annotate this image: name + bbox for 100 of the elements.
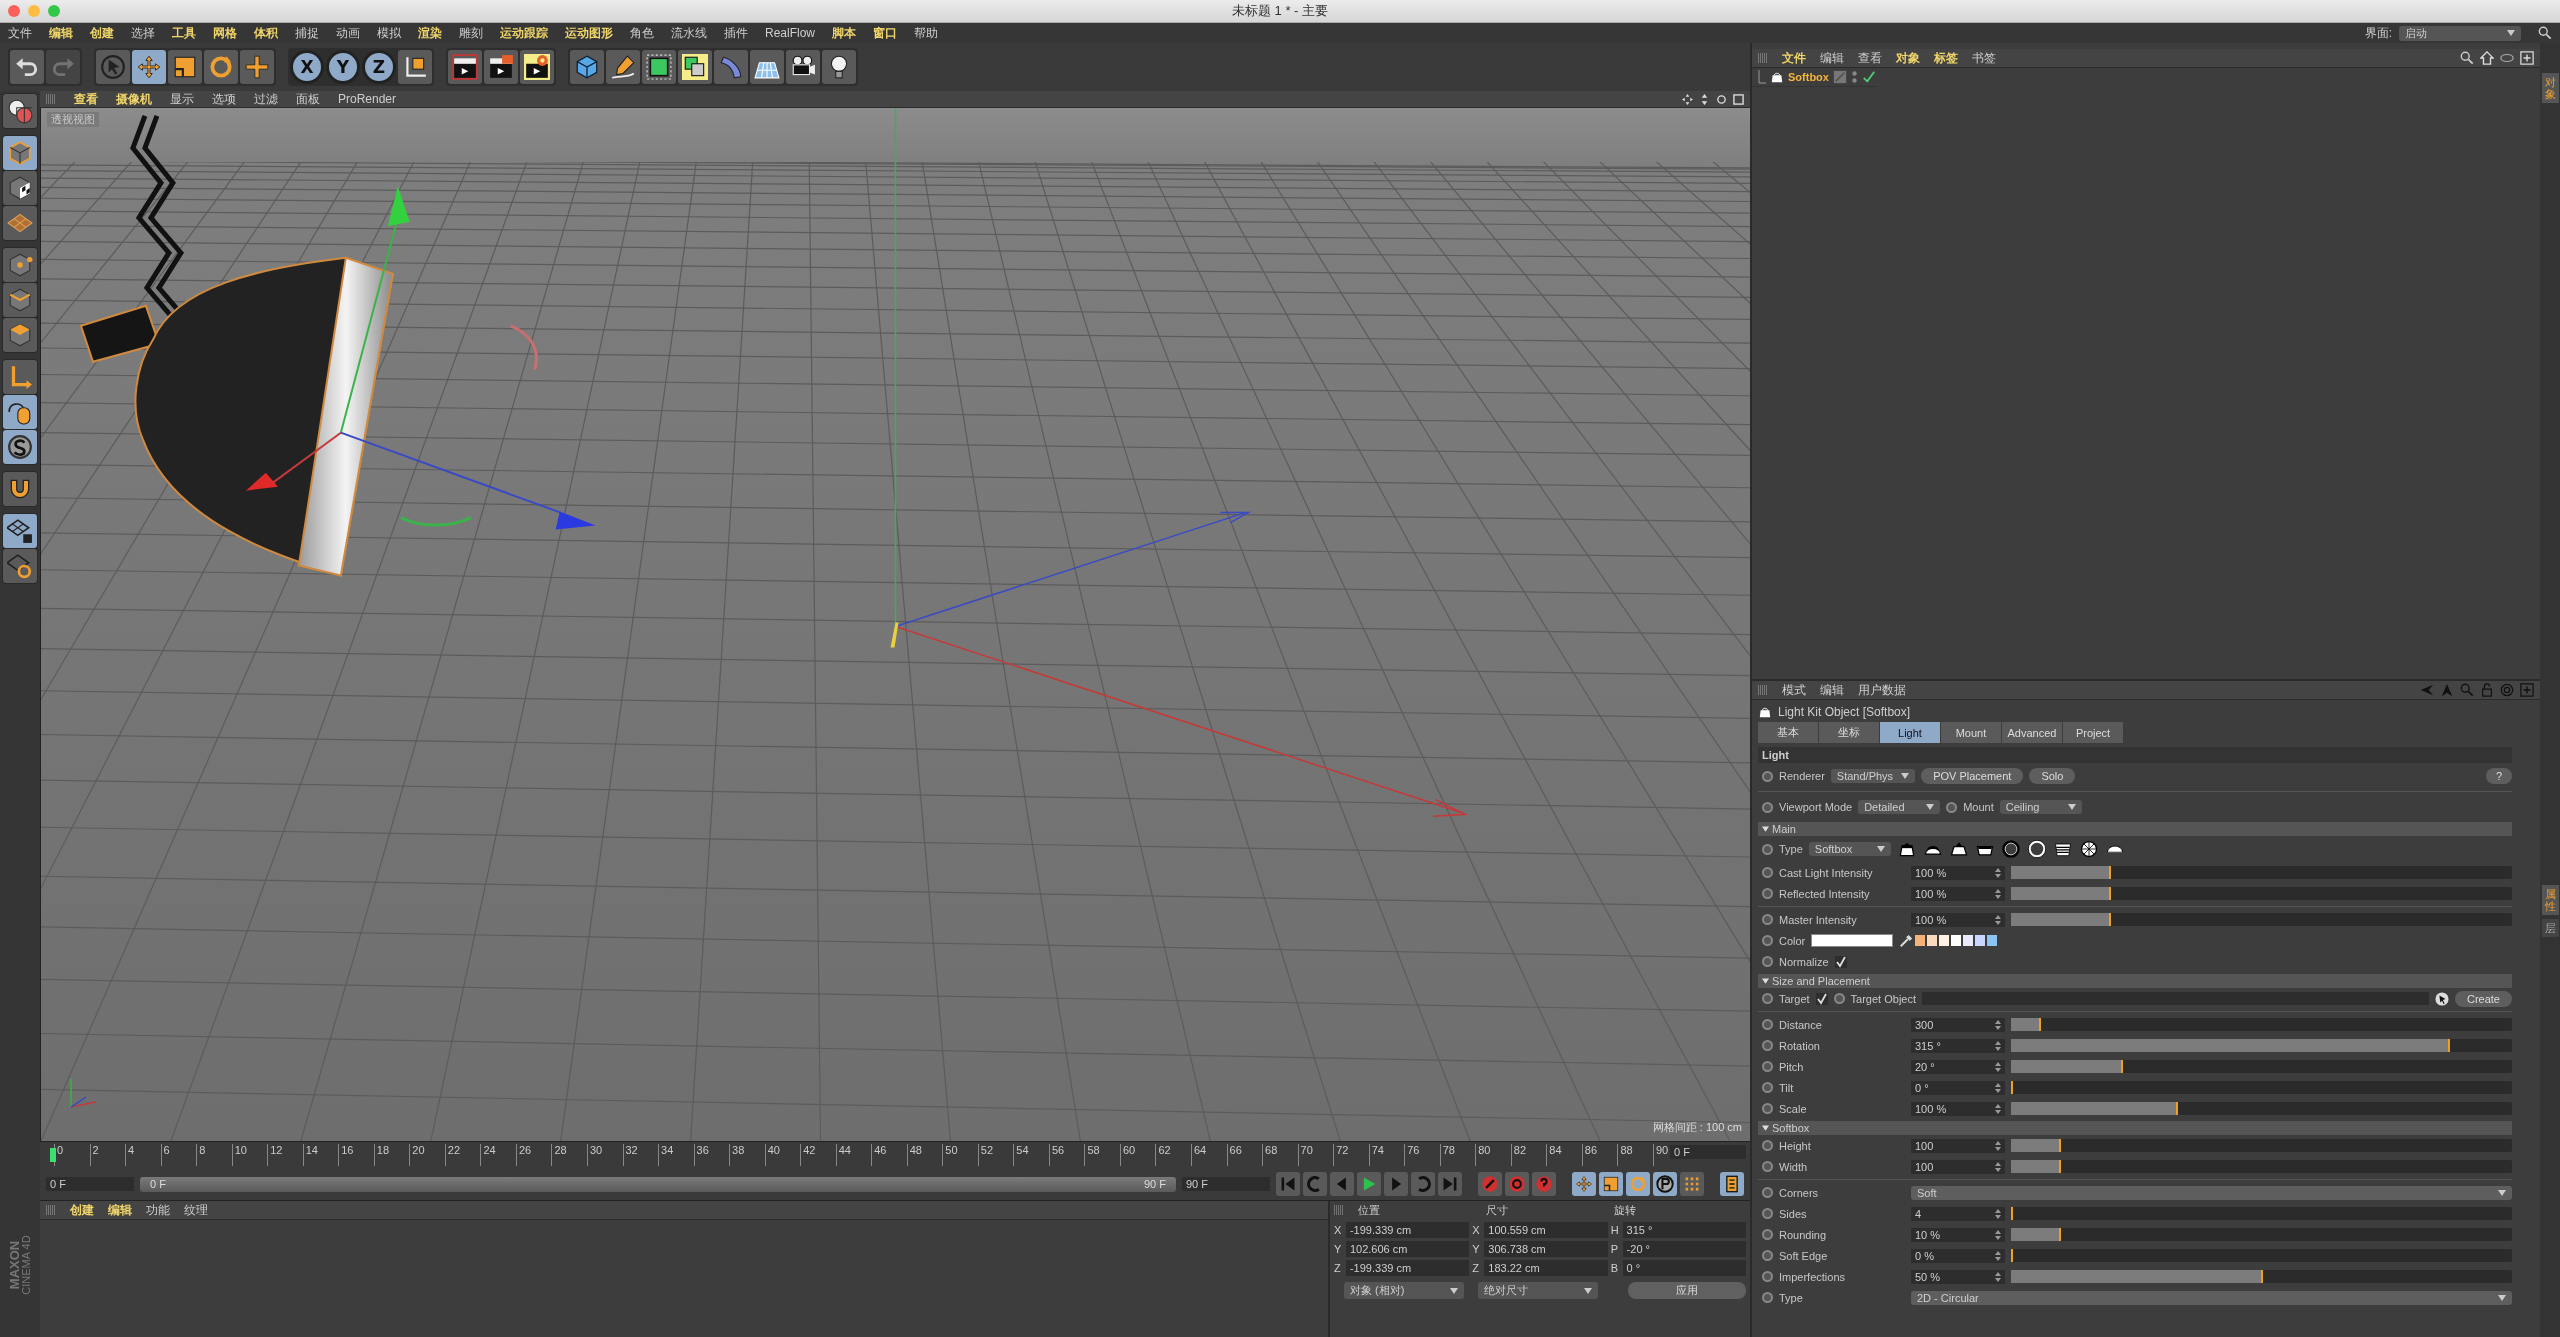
keyframe-button[interactable]: [1762, 1292, 1773, 1303]
points-mode-button[interactable]: [3, 248, 37, 282]
point-level-button[interactable]: [1680, 1172, 1704, 1196]
size-field[interactable]: 183.22 cm: [1484, 1260, 1608, 1276]
magnet-button[interactable]: [3, 472, 37, 506]
cube-object-button[interactable]: [570, 50, 604, 84]
record-keys-button[interactable]: [1478, 1172, 1502, 1196]
keyframe-button[interactable]: [1762, 1019, 1773, 1030]
material-menu-item[interactable]: 功能: [146, 1201, 170, 1219]
cloner-button[interactable]: [678, 50, 712, 84]
ring-light-icon[interactable]: [2026, 839, 2047, 859]
previous-frame-button[interactable]: [1330, 1172, 1354, 1196]
value-field[interactable]: 100: [1911, 1138, 2005, 1153]
spinner-icon[interactable]: [1995, 1061, 2001, 1072]
pick-cursor-icon[interactable]: [2434, 991, 2449, 1006]
menu-item[interactable]: 渲染: [418, 24, 442, 42]
menu-item[interactable]: 脚本: [832, 24, 856, 42]
attribute-tab[interactable]: Advanced: [2002, 722, 2062, 743]
axis-lock-button[interactable]: X: [290, 50, 324, 84]
create-button[interactable]: Create: [2454, 990, 2512, 1007]
spinner-icon[interactable]: [1995, 1040, 2001, 1051]
snap-button[interactable]: [3, 430, 37, 464]
close-window-button[interactable]: [8, 5, 20, 17]
help-button[interactable]: ?: [2485, 768, 2512, 784]
keyframe-button[interactable]: [1762, 956, 1773, 967]
value-field[interactable]: 100 %: [1911, 912, 2005, 927]
value-field[interactable]: 100 %: [1911, 865, 2005, 880]
attribute-menu-item[interactable]: 模式: [1782, 681, 1806, 699]
side-tab[interactable]: 层: [2541, 918, 2559, 937]
viewport-menu-item[interactable]: 面板: [296, 90, 320, 108]
keyframe-button[interactable]: [1833, 993, 1845, 1004]
value-field[interactable]: 100 %: [1911, 1101, 2005, 1116]
camera-button[interactable]: [786, 50, 820, 84]
size-field[interactable]: 100.559 cm: [1484, 1222, 1608, 1238]
next-key-button[interactable]: [1411, 1172, 1435, 1196]
lock-icon[interactable]: [2480, 683, 2494, 697]
coordinate-mode-dropdown[interactable]: 对象 (相对): [1344, 1282, 1464, 1299]
menu-item[interactable]: 运动图形: [565, 24, 613, 42]
position-field[interactable]: 102.606 cm: [1345, 1241, 1470, 1257]
menu-item[interactable]: 窗口: [873, 24, 897, 42]
slider-track[interactable]: [2011, 913, 2512, 926]
material-menu-item[interactable]: 纹理: [184, 1201, 208, 1219]
size-mode-dropdown[interactable]: 绝对尺寸: [1478, 1282, 1598, 1299]
slider-fill[interactable]: [2011, 866, 2112, 879]
spinner-icon[interactable]: [1995, 1082, 2001, 1093]
move-tool-button[interactable]: [132, 50, 166, 84]
checkmark-icon[interactable]: [1861, 70, 1876, 84]
parameter-key-button[interactable]: [1653, 1172, 1677, 1196]
slider-track[interactable]: [2011, 1270, 2512, 1283]
play-button[interactable]: [1357, 1172, 1381, 1196]
size-field[interactable]: 306.738 cm: [1484, 1241, 1608, 1257]
back-arrow-icon[interactable]: [2420, 683, 2434, 697]
value-field[interactable]: 50 %: [1911, 1269, 2005, 1284]
keyframe-button[interactable]: [1946, 801, 1958, 813]
slider-fill[interactable]: [2011, 1139, 2062, 1152]
side-tab[interactable]: 属性: [2541, 884, 2559, 915]
layer-square-icon[interactable]: [1832, 70, 1847, 84]
rotation-field[interactable]: 315 °: [1622, 1222, 1746, 1238]
menu-item[interactable]: 文件: [8, 24, 32, 42]
spinner-icon[interactable]: [1995, 1229, 2001, 1240]
timeline-button[interactable]: [1720, 1172, 1744, 1196]
subdivision-surface-button[interactable]: [642, 50, 676, 84]
group-header[interactable]: Softbox: [1758, 1121, 2512, 1135]
rotation-field[interactable]: -20 °: [1622, 1241, 1746, 1257]
viewport-menu-item[interactable]: 摄像机: [116, 90, 152, 108]
spinner-icon[interactable]: [1995, 1250, 2001, 1261]
coordinate-system-button[interactable]: [398, 50, 432, 84]
keyframe-button[interactable]: [1762, 1161, 1773, 1172]
object-menu-item[interactable]: 编辑: [1820, 49, 1844, 67]
slider-track[interactable]: [2011, 866, 2512, 879]
value-field[interactable]: 4: [1911, 1206, 2005, 1221]
value-field[interactable]: 20 °: [1911, 1059, 2005, 1074]
value-field[interactable]: 10 %: [1911, 1227, 2005, 1242]
render-view-button[interactable]: [448, 50, 482, 84]
previous-key-button[interactable]: [1303, 1172, 1327, 1196]
make-editable-button[interactable]: [3, 94, 37, 128]
color-preset[interactable]: [1951, 935, 1962, 946]
ring-icon[interactable]: [2000, 839, 2021, 859]
object-menu-item[interactable]: 对象: [1896, 49, 1920, 67]
slider-track[interactable]: [2011, 1060, 2512, 1073]
eye-icon[interactable]: [2500, 51, 2514, 65]
keyframe-button[interactable]: [1762, 1187, 1773, 1198]
texture-mode-button[interactable]: [3, 171, 37, 205]
checkbox[interactable]: [1815, 992, 1828, 1005]
slider-fill[interactable]: [2011, 1102, 2179, 1115]
scale-key-button[interactable]: [1599, 1172, 1623, 1196]
object-menu-item[interactable]: 查看: [1858, 49, 1882, 67]
spinner-icon[interactable]: [1995, 1208, 2001, 1219]
polygons-mode-button[interactable]: [3, 318, 37, 352]
slider-track[interactable]: [2011, 1102, 2512, 1115]
option-button[interactable]: POV Placement: [1921, 768, 2024, 784]
menu-item[interactable]: 网格: [213, 24, 237, 42]
keyframe-button[interactable]: [1762, 1061, 1773, 1072]
color-preset[interactable]: [1975, 935, 1986, 946]
layout-dropdown[interactable]: 启动: [2399, 25, 2521, 41]
viewport-mode-dropdown[interactable]: Detailed: [1858, 800, 1941, 814]
workplane-cycle-button[interactable]: [3, 549, 37, 583]
attribute-menu-item[interactable]: 编辑: [1820, 681, 1844, 699]
keyframe-button[interactable]: [1762, 993, 1773, 1004]
model-mode-button[interactable]: [3, 136, 37, 170]
